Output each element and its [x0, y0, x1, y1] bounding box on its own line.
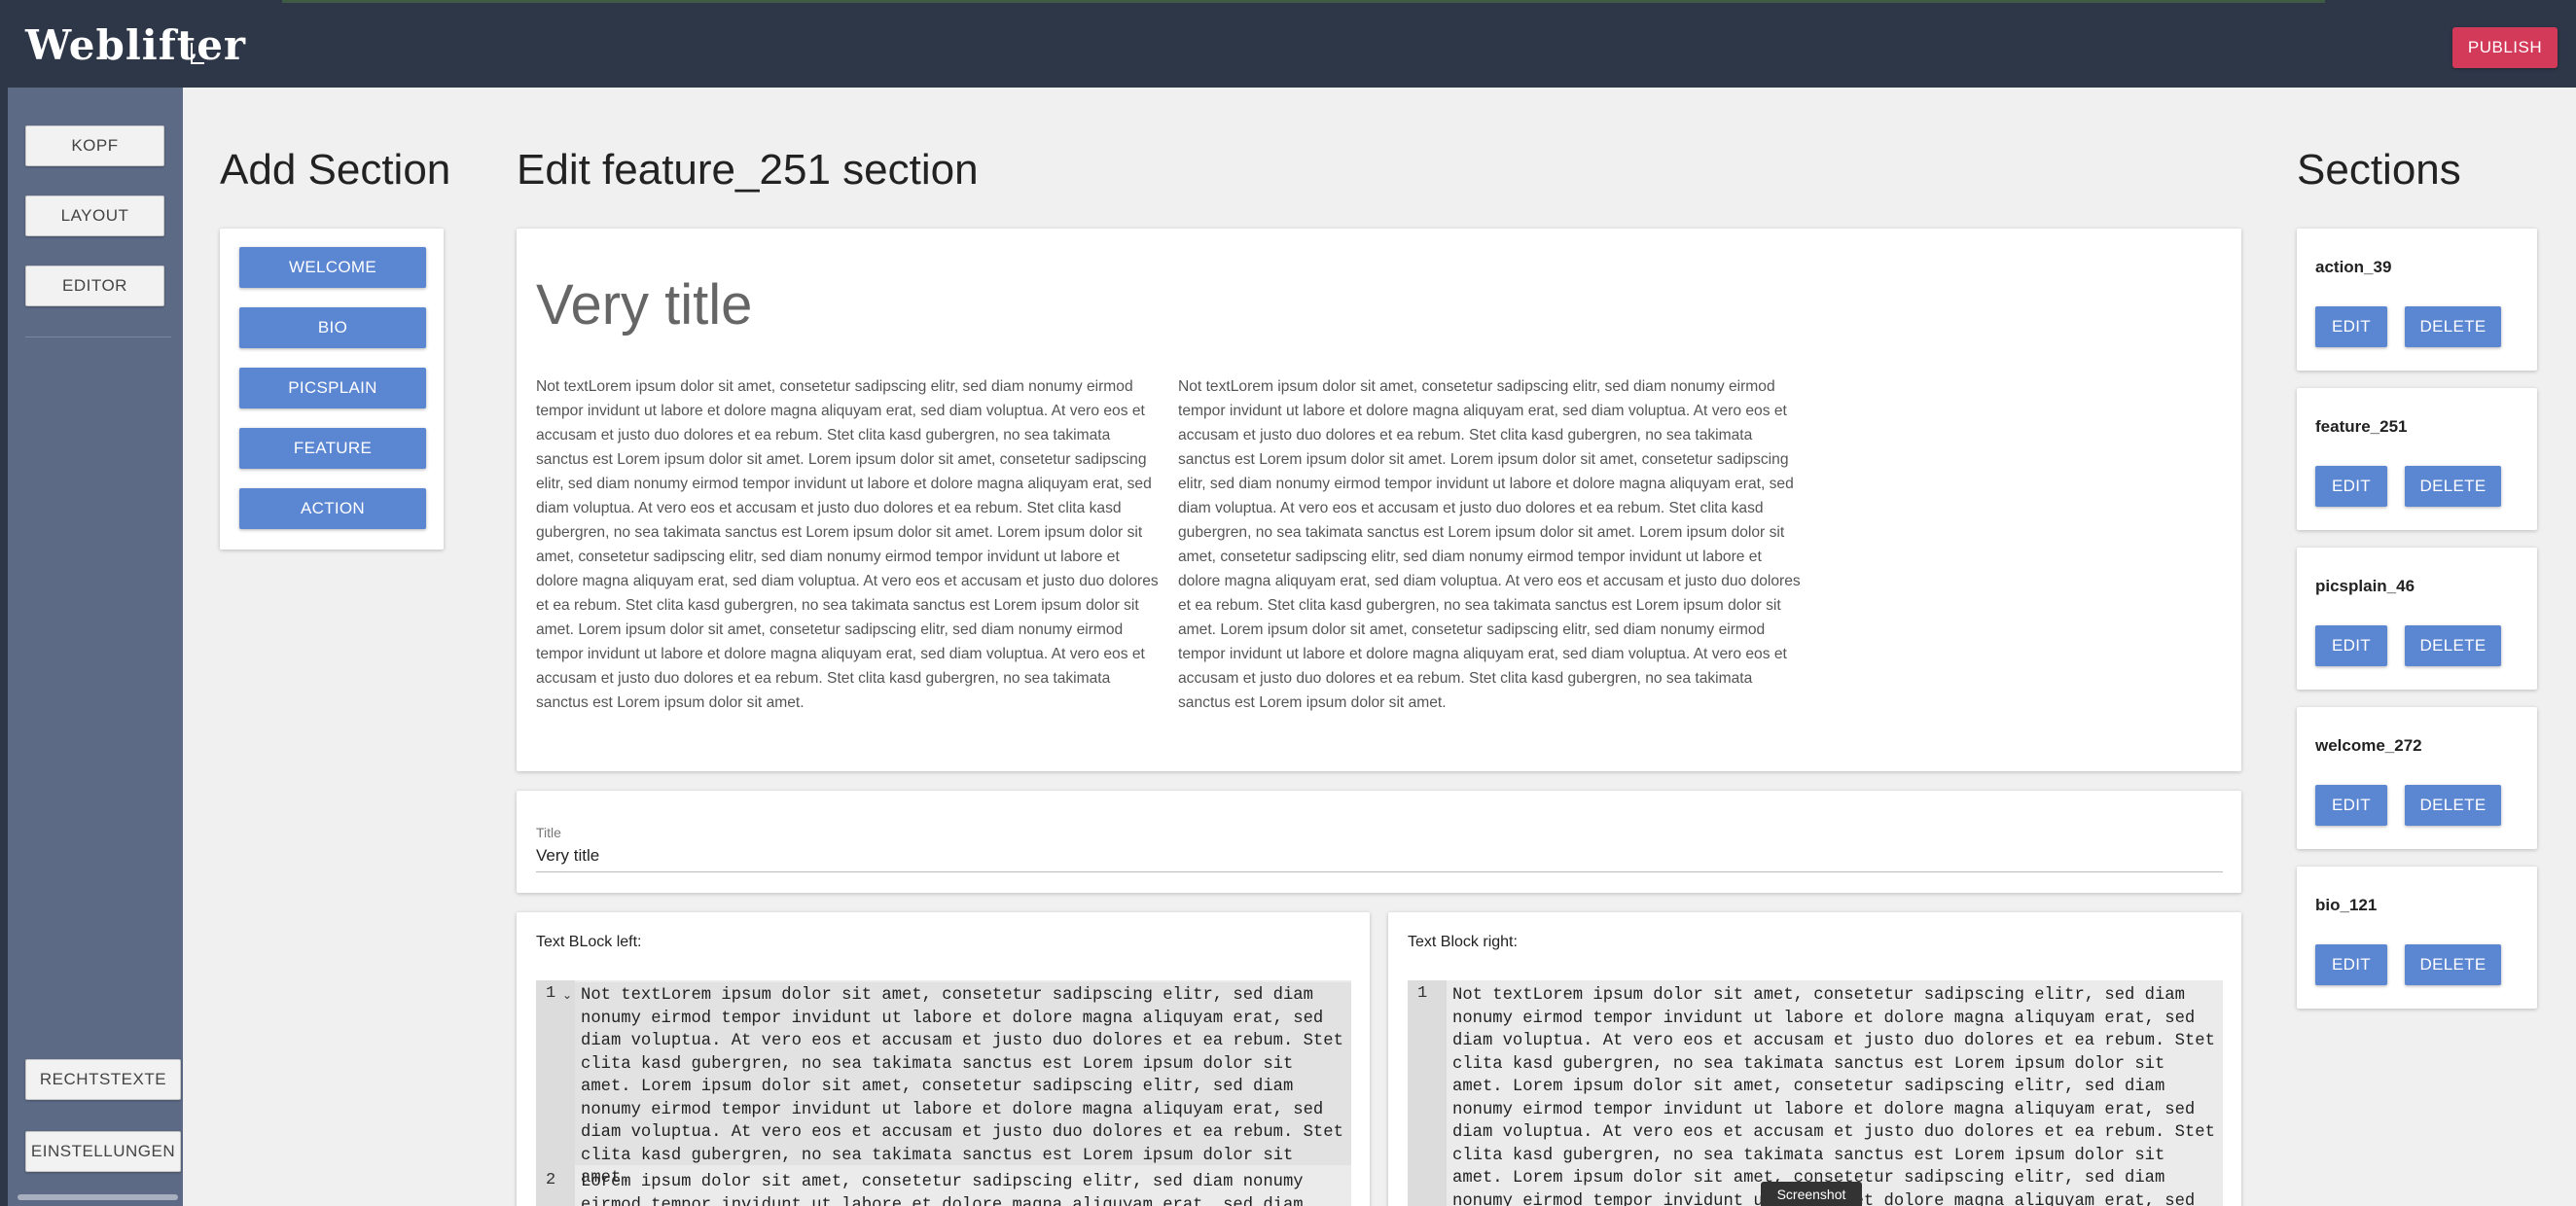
- add-welcome-button[interactable]: WELCOME: [239, 247, 426, 288]
- publish-button[interactable]: PUBLISH: [2452, 27, 2558, 68]
- section-card-picsplain-46: picsplain_46 EDIT DELETE: [2297, 548, 2537, 690]
- text-block-left-label: Text BLock left:: [536, 934, 642, 950]
- sidebar-item-einstellungen[interactable]: EINSTELLUNGEN: [25, 1131, 181, 1172]
- edit-section-button[interactable]: EDIT: [2315, 306, 2387, 347]
- top-accent-line: [282, 0, 2325, 3]
- preview-title: Very title: [536, 273, 753, 337]
- section-card-welcome-272: welcome_272 EDIT DELETE: [2297, 707, 2537, 849]
- edit-section-button[interactable]: EDIT: [2315, 625, 2387, 666]
- app-logo[interactable]: Weblifter: [25, 21, 246, 69]
- code-line[interactable]: Not textLorem ipsum dolor sit amet, cons…: [1447, 984, 2223, 1206]
- delete-section-button[interactable]: DELETE: [2405, 306, 2501, 347]
- cursor-icon: [191, 43, 204, 64]
- delete-section-button[interactable]: DELETE: [2405, 625, 2501, 666]
- section-card-feature-251: feature_251 EDIT DELETE: [2297, 388, 2537, 530]
- sidebar-item-editor[interactable]: EDITOR: [25, 266, 164, 306]
- code-editor-left[interactable]: 1 ⌄ Not textLorem ipsum dolor sit amet, …: [536, 980, 1351, 1206]
- add-section-title: Add Section: [220, 146, 451, 194]
- line-number: 1: [1417, 984, 1428, 1003]
- title-input[interactable]: [536, 839, 2223, 872]
- text-block-right-card: Text Block right: 1 Not textLorem ipsum …: [1388, 912, 2241, 1206]
- section-preview: Very title Not textLorem ipsum dolor sit…: [517, 229, 2241, 771]
- screenshot-tooltip: Screenshot: [1761, 1182, 1862, 1206]
- preview-text-right: Not textLorem ipsum dolor sit amet, cons…: [1178, 378, 1801, 711]
- sidebar-item-layout[interactable]: LAYOUT: [25, 195, 164, 236]
- text-block-right-label: Text Block right:: [1408, 934, 1518, 950]
- editor-title: Edit feature_251 section: [517, 146, 979, 194]
- delete-section-button[interactable]: DELETE: [2405, 944, 2501, 985]
- sidebar: KOPF LAYOUT EDITOR RECHTSTEXTE EINSTELLU…: [0, 88, 183, 1206]
- section-card-bio-121: bio_121 EDIT DELETE: [2297, 867, 2537, 1009]
- sidebar-item-rechtstexte[interactable]: RECHTSTEXTE: [25, 1059, 181, 1100]
- add-section-card: WELCOME BIO PICSPLAIN FEATURE ACTION: [220, 229, 444, 550]
- title-field-label: Title: [536, 825, 561, 840]
- section-name: feature_251: [2315, 417, 2408, 436]
- edit-section-button[interactable]: EDIT: [2315, 785, 2387, 826]
- edit-section-button[interactable]: EDIT: [2315, 944, 2387, 985]
- add-action-button[interactable]: ACTION: [239, 488, 426, 529]
- delete-section-button[interactable]: DELETE: [2405, 466, 2501, 507]
- code-line[interactable]: Lorem ipsum dolor sit amet, consetetur s…: [575, 1171, 1351, 1206]
- line-gutter: [1408, 980, 1447, 1206]
- section-name: welcome_272: [2315, 736, 2422, 755]
- section-name: picsplain_46: [2315, 577, 2415, 595]
- preview-text-left: Not textLorem ipsum dolor sit amet, cons…: [536, 378, 1159, 711]
- edit-section-button[interactable]: EDIT: [2315, 466, 2387, 507]
- section-card-action-39: action_39 EDIT DELETE: [2297, 229, 2537, 371]
- add-feature-button[interactable]: FEATURE: [239, 428, 426, 469]
- line-number: 2: [546, 1171, 556, 1189]
- text-block-left-card: Text BLock left: 1 ⌄ Not textLorem ipsum…: [517, 912, 1370, 1206]
- sections-title: Sections: [2297, 146, 2461, 194]
- code-editor-right[interactable]: 1 Not textLorem ipsum dolor sit amet, co…: [1408, 980, 2223, 1206]
- sidebar-scrollbar[interactable]: [18, 1194, 178, 1200]
- top-bar: Weblifter PUBLISH: [0, 0, 2576, 88]
- title-field-card: Title: [517, 791, 2241, 893]
- code-line[interactable]: Not textLorem ipsum dolor sit amet, cons…: [575, 984, 1351, 1190]
- sidebar-item-kopf[interactable]: KOPF: [25, 125, 164, 166]
- add-picsplain-button[interactable]: PICSPLAIN: [239, 368, 426, 408]
- line-number: 1: [546, 984, 556, 1003]
- delete-section-button[interactable]: DELETE: [2405, 785, 2501, 826]
- section-name: bio_121: [2315, 896, 2378, 914]
- add-bio-button[interactable]: BIO: [239, 307, 426, 348]
- section-name: action_39: [2315, 258, 2392, 276]
- fold-chevron-icon[interactable]: ⌄: [562, 988, 572, 1002]
